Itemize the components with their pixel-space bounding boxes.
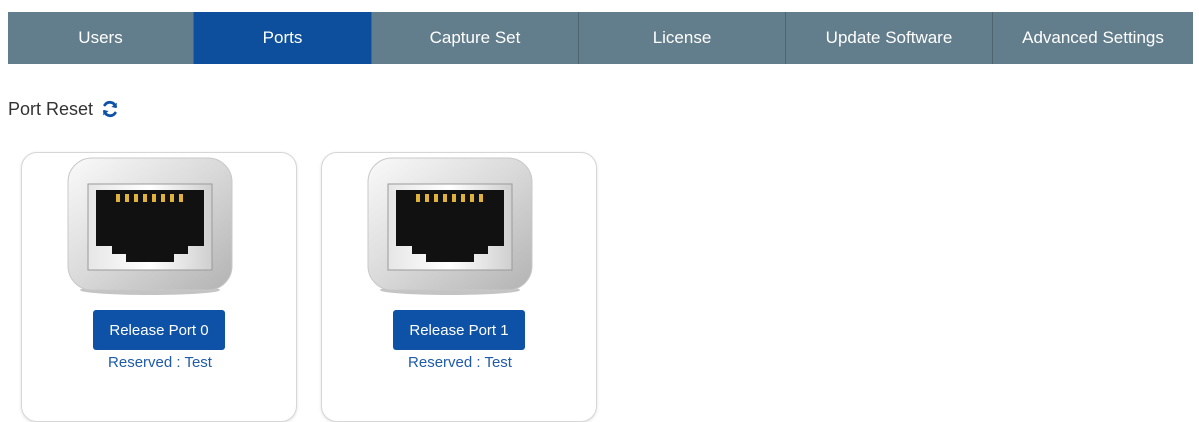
- release-port-1-button[interactable]: Release Port 1: [393, 310, 525, 350]
- tab-ports[interactable]: Ports: [194, 12, 372, 64]
- ethernet-port-icon: [367, 157, 533, 295]
- section-header: Port Reset: [8, 96, 120, 122]
- reserved-status: Reserved : Test: [108, 354, 212, 371]
- tab-update-software[interactable]: Update Software: [786, 12, 993, 64]
- tab-bar: Users Ports Capture Set License Update S…: [8, 12, 1193, 64]
- refresh-icon[interactable]: [100, 99, 120, 119]
- tab-advanced-settings[interactable]: Advanced Settings: [993, 12, 1193, 64]
- section-title: Port Reset: [8, 98, 94, 119]
- tab-capture-set[interactable]: Capture Set: [372, 12, 579, 64]
- reserved-status: Reserved : Test: [408, 354, 512, 371]
- port-card-0: Release Port 0 Reserved : Test: [21, 152, 297, 422]
- release-port-0-button[interactable]: Release Port 0: [93, 310, 225, 350]
- ethernet-port-icon: [67, 157, 233, 295]
- tab-license[interactable]: License: [579, 12, 786, 64]
- port-card-1: Release Port 1 Reserved : Test: [321, 152, 597, 422]
- tab-users[interactable]: Users: [8, 12, 194, 64]
